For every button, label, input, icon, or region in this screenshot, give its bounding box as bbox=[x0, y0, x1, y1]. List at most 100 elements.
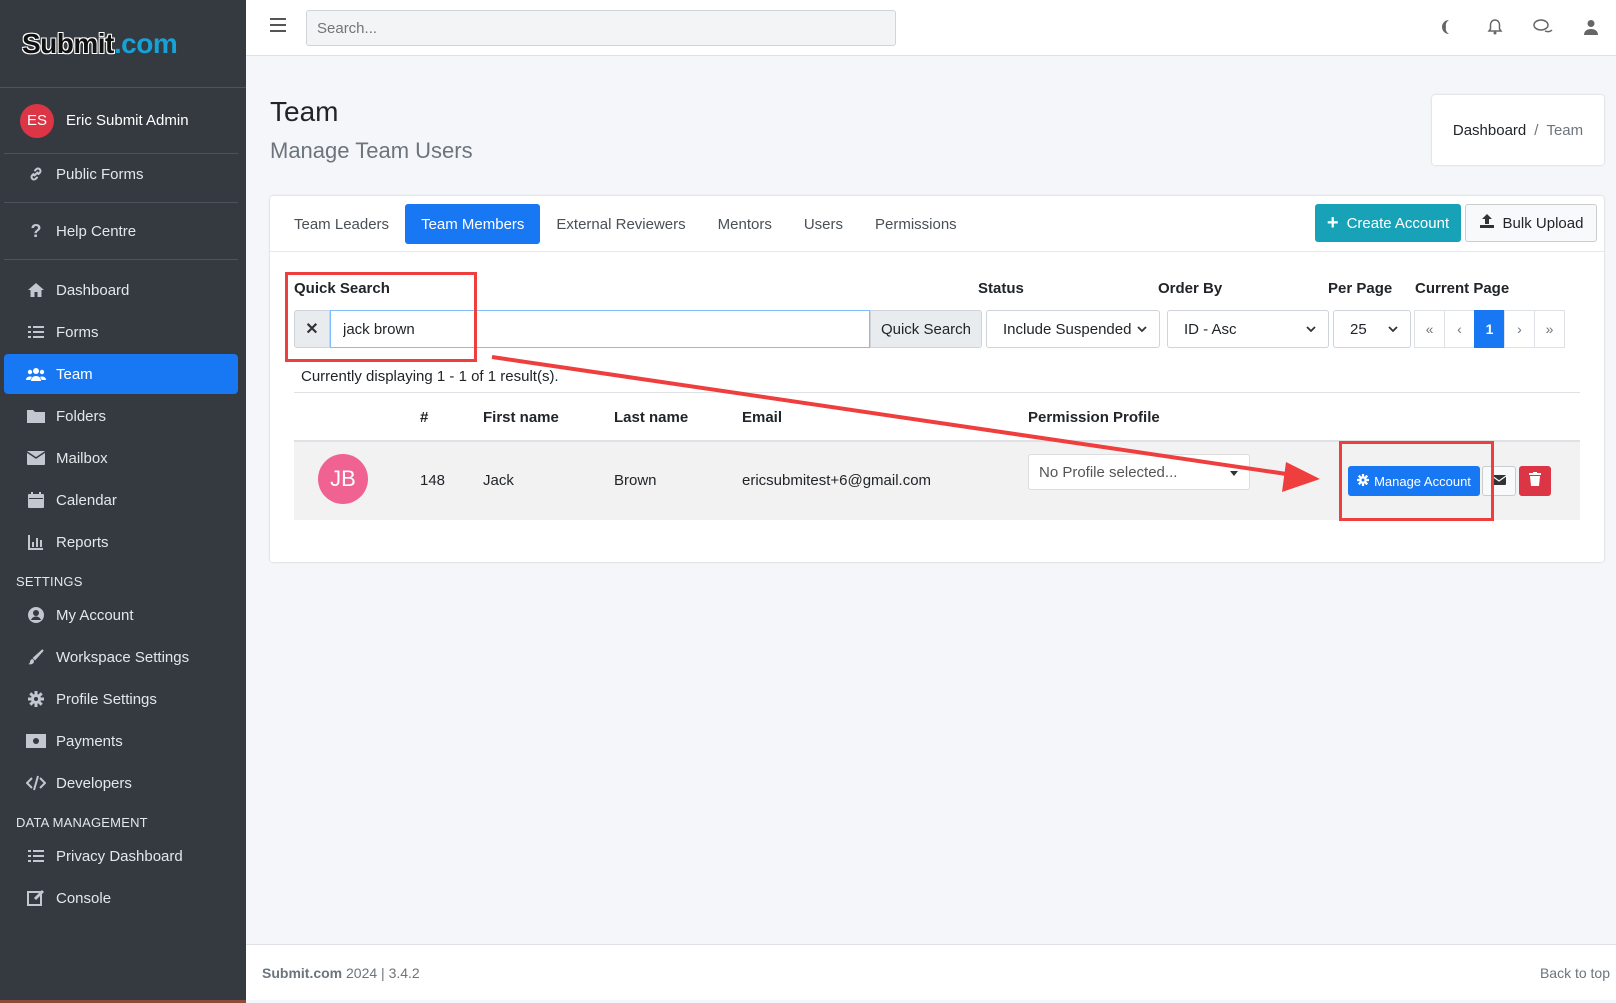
sidebar-item-reports[interactable]: Reports bbox=[4, 522, 238, 562]
cell-id: 148 bbox=[420, 472, 446, 489]
chevron-down-icon bbox=[1306, 324, 1316, 334]
tab-mentors[interactable]: Mentors bbox=[702, 204, 788, 244]
sidebar-item-payments[interactable]: Payments bbox=[4, 721, 238, 761]
folder-icon bbox=[26, 406, 46, 426]
email-user-button[interactable] bbox=[1482, 466, 1516, 496]
breadcrumb-dashboard[interactable]: Dashboard bbox=[1453, 122, 1526, 139]
quick-search-input[interactable] bbox=[330, 310, 870, 348]
quick-search-button[interactable]: Quick Search bbox=[870, 310, 982, 348]
page-next-button[interactable]: › bbox=[1504, 310, 1535, 348]
bulk-upload-button[interactable]: Bulk Upload bbox=[1465, 204, 1597, 242]
sidebar-item-public-forms[interactable]: Public Forms bbox=[4, 154, 238, 194]
sidebar-item-dashboard[interactable]: Dashboard bbox=[4, 270, 238, 310]
paintbrush-icon bbox=[26, 647, 46, 667]
result-count: Currently displaying 1 - 1 of 1 result(s… bbox=[301, 368, 559, 385]
data-management-header: DATA MANAGEMENT bbox=[16, 815, 148, 830]
page-first-button[interactable]: « bbox=[1414, 310, 1445, 348]
user-icon[interactable] bbox=[1580, 16, 1602, 38]
team-tabs: Team Leaders Team Members External Revie… bbox=[278, 204, 973, 244]
sidebar-item-mailbox[interactable]: Mailbox bbox=[4, 438, 238, 478]
chevron-down-icon bbox=[1388, 324, 1398, 334]
code-icon bbox=[26, 773, 46, 793]
current-page-label: Current Page bbox=[1415, 280, 1510, 297]
user-name: Eric Submit Admin bbox=[66, 112, 189, 129]
user-avatar: ES bbox=[20, 103, 54, 138]
pagination: « ‹ 1 › » bbox=[1414, 310, 1565, 348]
breadcrumb: Dashboard / Team bbox=[1432, 95, 1604, 165]
cell-last-name: Brown bbox=[614, 472, 657, 489]
clear-search-button[interactable]: ✕ bbox=[294, 310, 330, 348]
back-to-top-link[interactable]: Back to top bbox=[1540, 965, 1610, 981]
gear-icon bbox=[1357, 473, 1370, 489]
brand[interactable]: Submit.com bbox=[0, 0, 246, 88]
users-icon bbox=[26, 364, 46, 384]
order-by-select[interactable]: ID - Asc bbox=[1167, 310, 1329, 348]
status-select[interactable]: Include Suspended bbox=[986, 310, 1160, 348]
brand-logo: Submit.com bbox=[22, 27, 178, 59]
page-prev-button[interactable]: ‹ bbox=[1444, 310, 1475, 348]
sidebar: Submit.com ES Eric Submit Admin Public F… bbox=[0, 0, 246, 1003]
sidebar-item-profile-settings[interactable]: Profile Settings bbox=[4, 679, 238, 719]
page-last-button[interactable]: » bbox=[1534, 310, 1565, 348]
settings-header: SETTINGS bbox=[16, 574, 83, 589]
manage-account-button[interactable]: Manage Account bbox=[1348, 466, 1480, 496]
sidebar-item-privacy-dashboard[interactable]: Privacy Dashboard bbox=[4, 836, 238, 876]
user-circle-icon bbox=[26, 605, 46, 625]
global-search-input[interactable] bbox=[306, 10, 896, 46]
avatar: JB bbox=[318, 454, 368, 504]
sidebar-item-developers[interactable]: Developers bbox=[4, 763, 238, 803]
sidebar-item-workspace-settings[interactable]: Workspace Settings bbox=[4, 637, 238, 677]
order-by-label: Order By bbox=[1158, 280, 1223, 297]
permission-profile-select[interactable]: No Profile selected... bbox=[1028, 454, 1250, 490]
comments-icon[interactable] bbox=[1532, 16, 1554, 38]
envelope-icon bbox=[1491, 472, 1507, 490]
tab-team-members[interactable]: Team Members bbox=[405, 204, 541, 244]
page-current-button[interactable]: 1 bbox=[1474, 310, 1505, 348]
sidebar-item-forms[interactable]: Forms bbox=[4, 312, 238, 352]
sidebar-item-my-account[interactable]: My Account bbox=[4, 595, 238, 635]
sidebar-item-help-centre[interactable]: ? Help Centre bbox=[4, 211, 238, 251]
sidebar-item-team[interactable]: Team bbox=[4, 354, 238, 394]
sidebar-item-calendar[interactable]: Calendar bbox=[4, 480, 238, 520]
chevron-down-icon bbox=[1137, 324, 1147, 334]
column-id: # bbox=[420, 409, 429, 426]
tab-users[interactable]: Users bbox=[788, 204, 859, 244]
tab-permissions[interactable]: Permissions bbox=[859, 204, 973, 244]
topbar bbox=[246, 0, 1616, 56]
column-permission-profile: Permission Profile bbox=[1028, 409, 1160, 426]
sidebar-item-console[interactable]: Console bbox=[4, 878, 238, 918]
delete-user-button[interactable] bbox=[1519, 466, 1551, 496]
edit-icon bbox=[26, 888, 46, 908]
quick-search-group: ✕ Quick Search bbox=[294, 310, 982, 348]
per-page-select[interactable]: 25 bbox=[1333, 310, 1411, 348]
bell-icon[interactable] bbox=[1484, 16, 1506, 38]
tab-team-leaders[interactable]: Team Leaders bbox=[278, 204, 405, 244]
breadcrumb-separator: / bbox=[1534, 121, 1539, 139]
create-account-button[interactable]: + Create Account bbox=[1315, 204, 1461, 242]
footer-brand-link[interactable]: Submit.com bbox=[262, 965, 342, 981]
column-last-name: Last name bbox=[614, 409, 689, 426]
quick-search-label: Quick Search bbox=[294, 280, 390, 297]
table-divider bbox=[294, 392, 1580, 393]
money-icon bbox=[26, 731, 46, 751]
cell-email: ericsubmitest+6@gmail.com bbox=[742, 472, 932, 489]
page-title: Team bbox=[270, 96, 339, 127]
column-email: Email bbox=[742, 409, 783, 426]
home-icon bbox=[26, 280, 46, 300]
per-page-label: Per Page bbox=[1328, 280, 1393, 297]
hamburger-icon[interactable] bbox=[270, 18, 286, 34]
user-panel[interactable]: ES Eric Submit Admin bbox=[4, 88, 238, 154]
column-first-name: First name bbox=[483, 409, 559, 426]
link-icon bbox=[26, 164, 46, 184]
calendar-icon bbox=[26, 490, 46, 510]
footer-copyright: Submit.com 2024 | 3.4.2 bbox=[262, 965, 420, 981]
moon-icon[interactable] bbox=[1436, 16, 1458, 38]
breadcrumb-current: Team bbox=[1546, 121, 1584, 139]
caret-down-icon bbox=[1229, 464, 1239, 481]
tab-external-reviewers[interactable]: External Reviewers bbox=[540, 204, 701, 244]
envelope-icon bbox=[26, 448, 46, 468]
footer: Submit.com 2024 | 3.4.2 Back to top bbox=[246, 944, 1616, 1000]
gear-icon bbox=[26, 689, 46, 709]
page-subtitle: Manage Team Users bbox=[270, 138, 473, 163]
sidebar-item-folders[interactable]: Folders bbox=[4, 396, 238, 436]
